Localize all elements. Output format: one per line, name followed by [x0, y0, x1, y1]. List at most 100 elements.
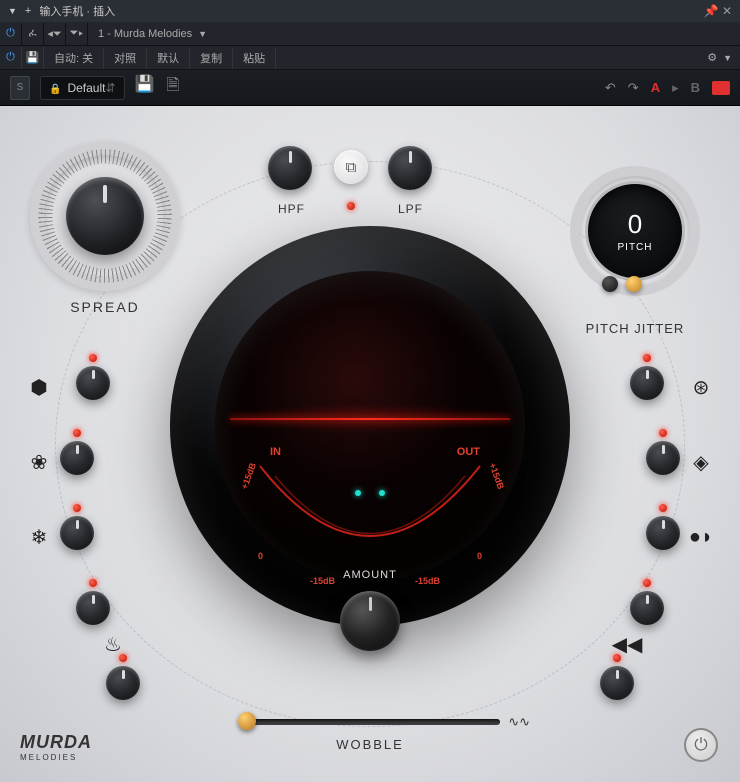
filter-link-button[interactable]: ⧉: [334, 150, 368, 184]
main-visualizer[interactable]: IN OUT +15dB +15dB 0 0 -15dB -15dB AMOUN…: [170, 226, 570, 626]
pitch-jitter-label: PITCH JITTER: [560, 321, 710, 336]
hpf-knob[interactable]: [268, 146, 312, 190]
fx-led: [659, 429, 667, 437]
add-icon[interactable]: +: [25, 5, 31, 17]
close-icon[interactable]: ✕: [722, 4, 732, 18]
fx-knob-5l[interactable]: [106, 666, 140, 700]
record-indicator[interactable]: [712, 81, 730, 95]
cube-icon[interactable]: ⬢: [26, 374, 52, 400]
pin-icon[interactable]: 📌: [704, 4, 719, 18]
wave-icon: ∿∿: [508, 714, 530, 730]
fx-knob-2r[interactable]: [646, 441, 680, 475]
save-disk-icon[interactable]: 💾: [22, 47, 44, 69]
spread-label: SPREAD: [30, 299, 180, 315]
save-preset-icon[interactable]: 💾: [135, 74, 155, 101]
plugin-panel: SPREAD ⧉ HPF LPF 0 PITCH PITCH JITTER IN…: [0, 106, 740, 782]
diamond-icon[interactable]: ◈: [688, 449, 714, 475]
chevron-down-icon[interactable]: ▼: [723, 53, 732, 63]
pitch-value: 0: [628, 209, 642, 240]
plugin-power-button[interactable]: ⏻: [684, 728, 718, 762]
spread-section: SPREAD: [30, 141, 180, 291]
rings-icon[interactable]: ⊛: [688, 374, 714, 400]
zero-left: 0: [258, 551, 263, 561]
pitch-display[interactable]: 0 PITCH: [588, 184, 682, 278]
fx-led: [613, 654, 621, 662]
wobble-label: WOBBLE: [240, 737, 500, 752]
power-icon[interactable]: ⏻: [0, 23, 22, 45]
fx-knob-4l[interactable]: [76, 591, 110, 625]
fx-led: [119, 654, 127, 662]
filter-led: [347, 202, 355, 210]
meter-arc: IN OUT +15dB +15dB 0 0 -15dB -15dB: [240, 446, 500, 576]
snowflake-icon[interactable]: ❄: [26, 524, 52, 550]
dots-icon[interactable]: ●◗: [688, 524, 714, 550]
fx-knob-3l[interactable]: [60, 516, 94, 550]
copy-button[interactable]: 复制: [190, 47, 233, 69]
waveform-line: [230, 418, 510, 420]
wobble-section: ∿∿ WOBBLE: [240, 719, 500, 752]
fx-knob-1r[interactable]: [630, 366, 664, 400]
in-label: IN: [270, 446, 281, 458]
pitch-handle-gold[interactable]: [626, 276, 642, 292]
out-meter-dot: [379, 490, 385, 496]
preset-dropdown[interactable]: 🔒 Default ⇵: [40, 76, 125, 100]
lpf-knob[interactable]: [388, 146, 432, 190]
minus-db-left: -15dB: [310, 576, 335, 586]
power2-icon[interactable]: ⏻: [0, 47, 22, 69]
fx-knob-1l[interactable]: [76, 366, 110, 400]
redo-icon[interactable]: ↷: [628, 80, 639, 96]
fx-led: [73, 429, 81, 437]
window-title: 输入手机 · 插入: [39, 3, 115, 19]
updown-icon: ⇵: [105, 81, 115, 95]
preset-name-label: 1 - Murda Melodies: [98, 28, 192, 40]
fx-knob-3r[interactable]: [646, 516, 680, 550]
fx-knob-4r[interactable]: [630, 591, 664, 625]
left-fx-column: ⬢ ❀ ❄ ♨: [30, 366, 80, 741]
amount-knob[interactable]: [340, 591, 400, 651]
preset-selector[interactable]: 1 - Murda Melodies ▼: [88, 28, 217, 40]
out-label: OUT: [457, 446, 480, 458]
wobble-thumb[interactable]: [238, 712, 256, 730]
undo-icon[interactable]: ↶: [605, 80, 616, 96]
spread-knob[interactable]: [66, 177, 144, 255]
tuning-fork-icon[interactable]: ፈ: [22, 23, 44, 45]
save-as-icon[interactable]: 🗎: [166, 74, 179, 101]
hpf-label: HPF: [278, 202, 305, 216]
preset-default-label: Default: [67, 81, 105, 95]
fx-led: [659, 504, 667, 512]
auto-label: 自动: 关: [44, 47, 104, 69]
gear-icon[interactable]: ⚙: [707, 51, 717, 64]
arc-svg: [240, 446, 500, 576]
plug-next-icon[interactable]: ⏷▸: [66, 23, 88, 45]
rewind-icon[interactable]: ◀◀: [614, 631, 640, 657]
flower-icon[interactable]: ❀: [26, 449, 52, 475]
preset-bar: S 🔒 Default ⇵ 💾 🗎 ↶ ↷ A ▸ B: [0, 70, 740, 106]
toolbar-1: ⏻ ፈ ◂⏷ ⏷▸ 1 - Murda Melodies ▼: [0, 22, 740, 46]
fx-knob-5r[interactable]: [600, 666, 634, 700]
paste-button[interactable]: 粘贴: [233, 47, 276, 69]
default-button[interactable]: 默认: [147, 47, 190, 69]
brand-sub: MELODIES: [20, 753, 92, 762]
wobble-slider[interactable]: ∿∿: [240, 719, 500, 725]
pitch-unit-label: PITCH: [618, 242, 653, 253]
slate-logo-icon[interactable]: S: [10, 76, 30, 100]
ab-a-button[interactable]: A: [651, 80, 660, 95]
fx-knob-2l[interactable]: [60, 441, 94, 475]
fx-led: [73, 504, 81, 512]
menu-triangle-icon[interactable]: ▼: [8, 6, 17, 16]
right-fx-column: ⊛ ◈ ●◗ ◀◀: [660, 366, 710, 741]
fx-led: [89, 354, 97, 362]
amount-label: AMOUNT: [343, 569, 397, 581]
brand-logo: MURDA MELODIES: [20, 732, 92, 762]
compare-button[interactable]: 对照: [104, 47, 147, 69]
ab-copy-icon[interactable]: ▸: [672, 80, 679, 96]
toolbar-2: ⏻ 💾 自动: 关 对照 默认 复制 粘贴 ⚙ ▼: [0, 46, 740, 70]
ab-b-button[interactable]: B: [691, 80, 700, 95]
in-meter-dot: [355, 490, 361, 496]
window-titlebar: ▼ + 输入手机 · 插入 📌 ✕: [0, 0, 740, 22]
plug-prev-icon[interactable]: ◂⏷: [44, 23, 66, 45]
pitch-handle-dark[interactable]: [602, 276, 618, 292]
fx-led: [643, 579, 651, 587]
lock-icon: 🔒: [49, 84, 61, 95]
brand-main: MURDA: [20, 732, 92, 753]
